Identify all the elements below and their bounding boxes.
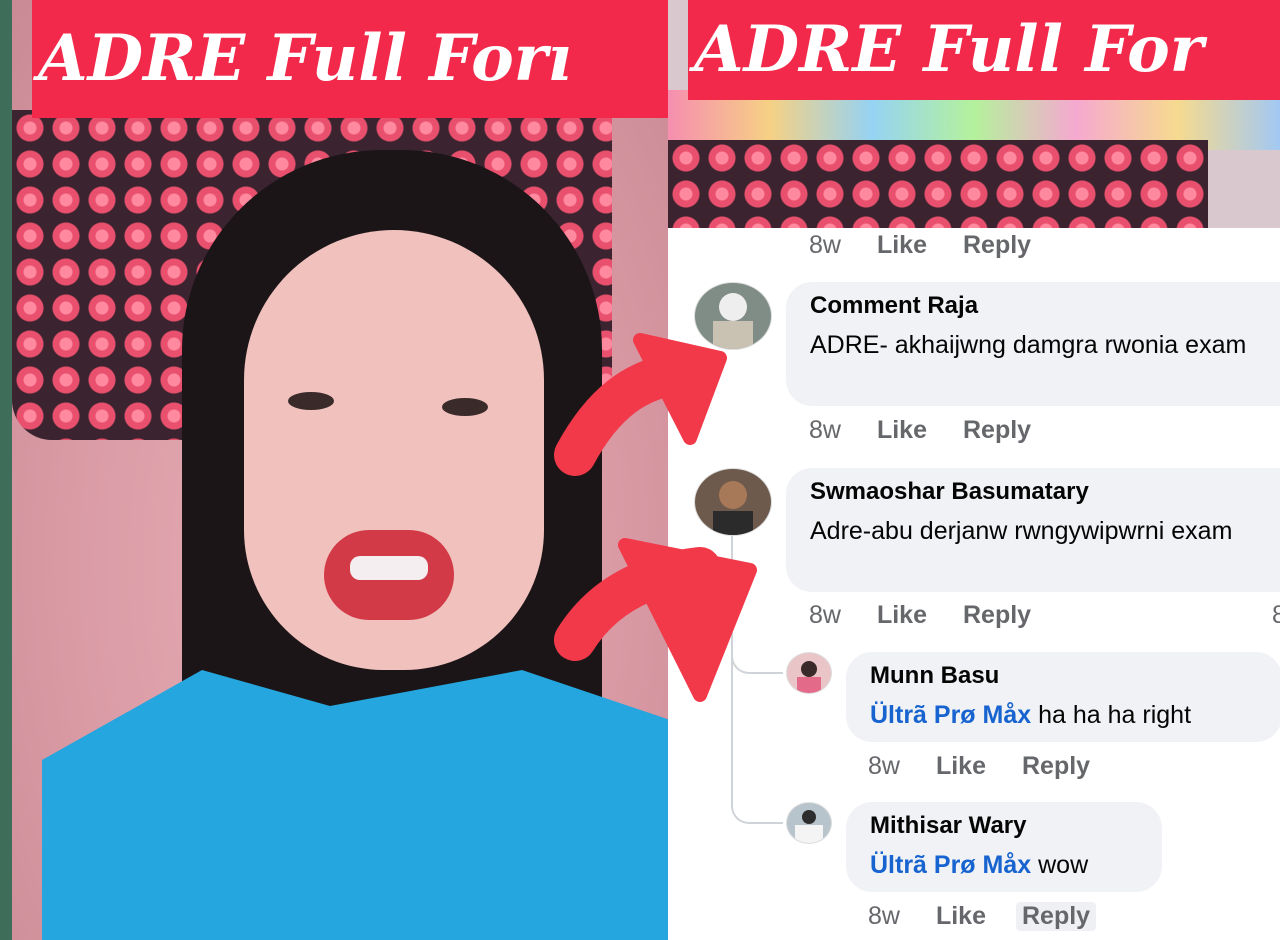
person-photo-icon (713, 481, 753, 535)
replier-name[interactable]: Mithisar Wary (870, 812, 1140, 840)
reply-button[interactable]: Reply (1022, 752, 1090, 781)
reply-text-line: Ültrã Prø Måx wow (870, 851, 1088, 879)
reply-button[interactable]: Reply (963, 416, 1031, 445)
comment-meta: 8w Like Reply (809, 601, 1067, 630)
reply-meta: 8w Like Reply (868, 902, 1132, 931)
reply-text: wow (1038, 851, 1089, 879)
left-edge-strip (0, 0, 12, 940)
comments-panel: 8w Like Reply Comment Raja ADRE- akhaijwng… (668, 0, 1280, 940)
mention-link[interactable]: Ültrã Prø Måx (870, 851, 1031, 879)
timestamp: 8w (868, 902, 900, 930)
commenter-name[interactable]: Swmaoshar Basumatary (810, 478, 1280, 506)
blue-shirt (42, 670, 668, 940)
right-eye (442, 398, 488, 416)
patterned-fabric-right (668, 140, 1208, 228)
like-button[interactable]: Like (877, 231, 927, 260)
reply-bubble: Munn Basu Ültrã Prø Måx ha ha ha right (846, 652, 1280, 742)
like-button[interactable]: Like (877, 601, 927, 630)
like-button[interactable]: Like (877, 416, 927, 445)
left-eye (288, 392, 334, 410)
mention-link[interactable]: Ültrã Prø Måx (870, 701, 1031, 729)
top-comment-meta: 8w Like Reply (809, 231, 1067, 260)
like-button[interactable]: Like (936, 902, 986, 931)
reply-text: ha ha ha right (1038, 701, 1192, 729)
cutoff-fragment: 8 (1272, 601, 1280, 629)
avatar[interactable] (786, 802, 832, 844)
person-photo-icon (797, 661, 821, 693)
reply-text-line: Ültrã Prø Måx ha ha ha right (870, 701, 1191, 729)
comment-bubble: Swmaoshar Basumatary Adre-abu derjanw rw… (786, 468, 1280, 592)
comment-text: Adre-abu derjanw rwngywipwrni exam (810, 517, 1233, 545)
replier-name[interactable]: Munn Basu (870, 662, 1260, 690)
reply-button[interactable]: Reply (963, 601, 1031, 630)
title-banner-left: ADRE Full Forı (32, 0, 668, 118)
avatar[interactable] (694, 468, 772, 536)
reply-bubble: Mithisar Wary Ültrã Prø Måx wow (846, 802, 1162, 892)
person-photo-icon (795, 810, 823, 843)
comment-text: ADRE- akhaijwng damgra rwonia exam (810, 331, 1247, 359)
avatar[interactable] (694, 282, 772, 350)
comment-meta: 8w Like Reply (809, 416, 1067, 445)
teeth (350, 556, 428, 580)
thread-branch (731, 786, 783, 824)
like-button[interactable]: Like (936, 752, 986, 781)
avatar-illustration-icon (713, 293, 753, 349)
reply-meta: 8w Like Reply (868, 752, 1126, 781)
avatar[interactable] (786, 652, 832, 694)
thread-branch (731, 640, 783, 674)
reply-button[interactable]: Reply (963, 231, 1031, 260)
timestamp: 8w (809, 416, 841, 444)
title-banner-right: ADRE Full For (688, 0, 1280, 100)
timestamp: 8w (809, 231, 841, 259)
timestamp: 8w (809, 601, 841, 629)
reply-button[interactable]: Reply (1016, 902, 1097, 931)
timestamp: 8w (868, 752, 900, 780)
video-frame[interactable] (12, 0, 668, 940)
commenter-name[interactable]: Comment Raja (810, 292, 1280, 320)
comment-bubble: Comment Raja ADRE- akhaijwng damgra rwon… (786, 282, 1280, 406)
